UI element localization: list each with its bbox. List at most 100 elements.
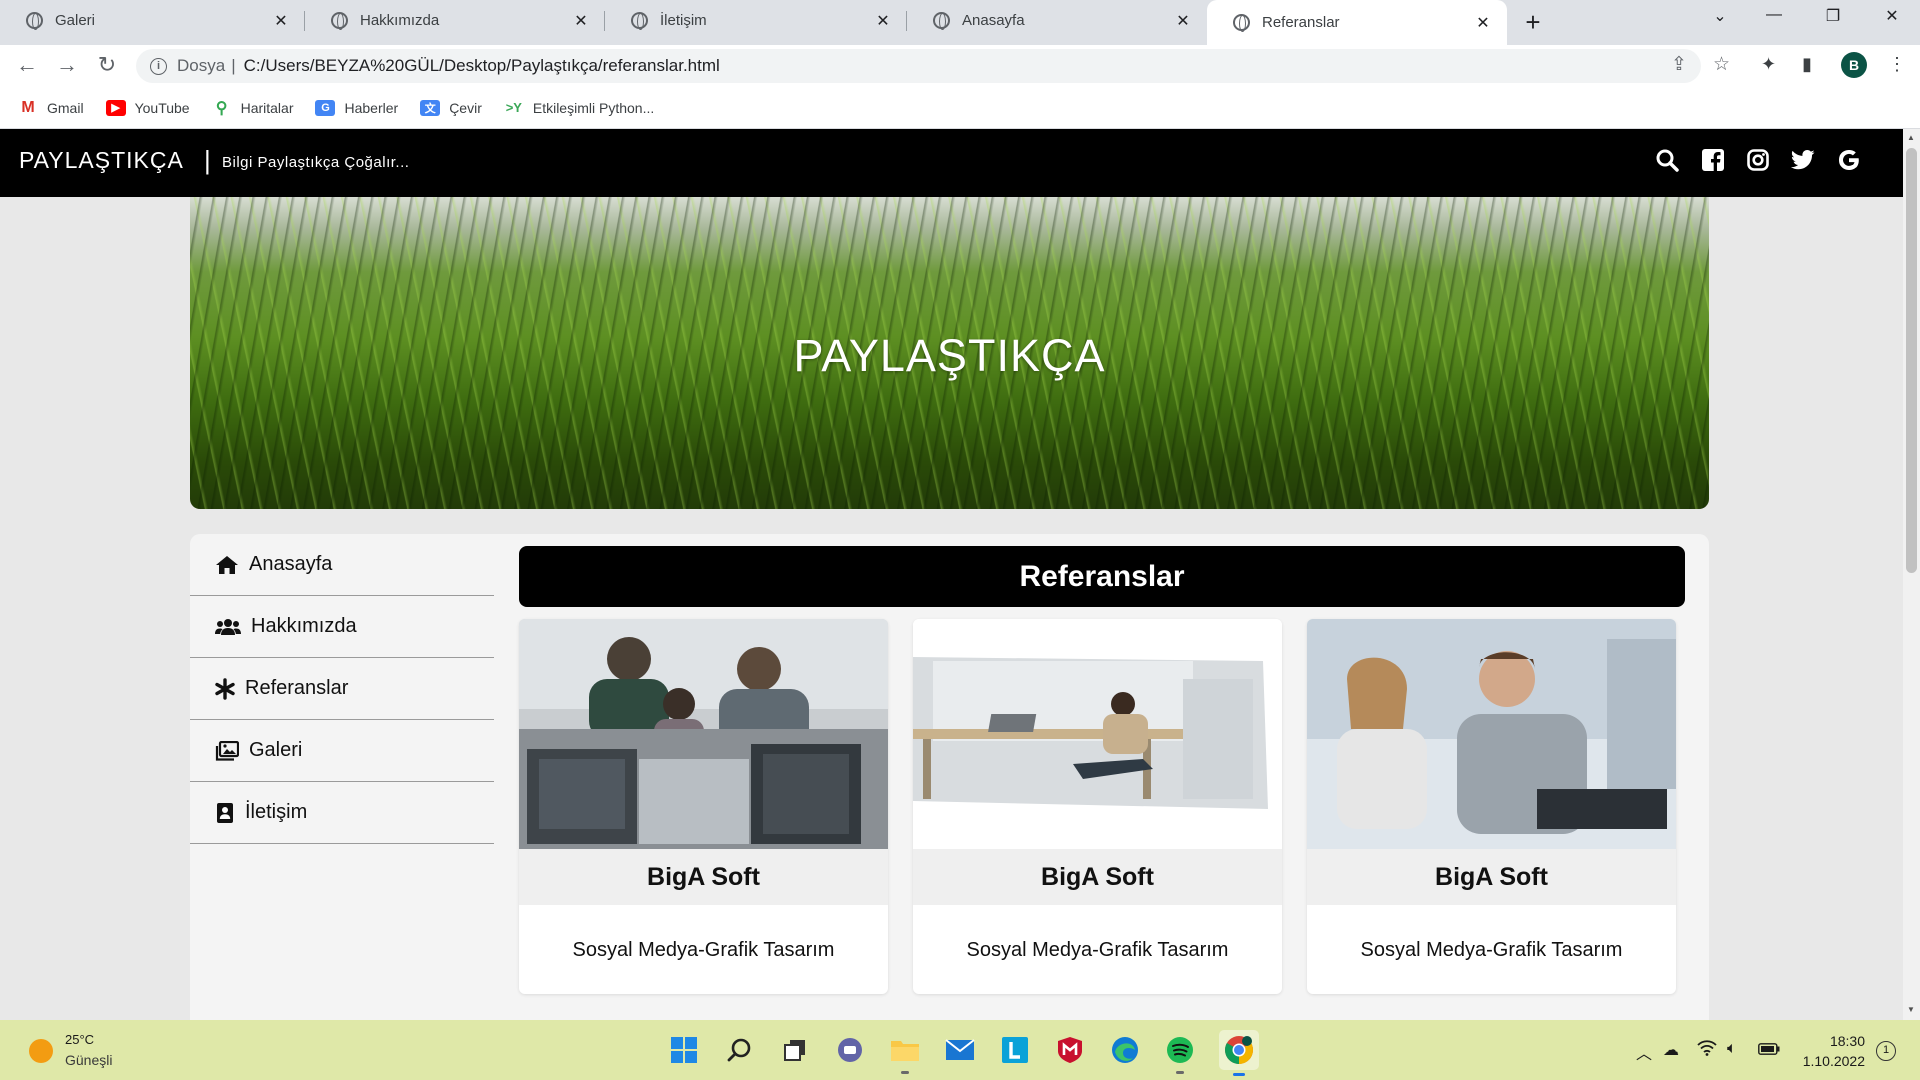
minimize-button[interactable]: —: [1759, 6, 1789, 24]
menu-icon[interactable]: ⋮: [1888, 54, 1906, 75]
bookmark-haritalar[interactable]: ⚲ Haritalar: [211, 99, 293, 117]
bookmark-label: YouTube: [134, 99, 190, 116]
lightshot-icon[interactable]: [999, 1034, 1031, 1066]
task-view-icon[interactable]: [779, 1034, 811, 1066]
menu-item-iletisim[interactable]: İletişim: [190, 782, 494, 844]
close-icon[interactable]: ✕: [271, 11, 291, 31]
close-icon[interactable]: ✕: [1173, 11, 1193, 31]
menu-item-hakkimizda[interactable]: Hakkımızda: [190, 596, 494, 658]
side-panel-icon[interactable]: ▮: [1802, 54, 1812, 75]
page-viewport: PAYLAŞTIKÇA | Bilgi Paylaştıkça Çoğalır.…: [0, 129, 1903, 1020]
reference-card[interactable]: BigA Soft Sosyal Medya-Grafik Tasarım: [1307, 619, 1676, 994]
menu-item-label: Galeri: [249, 739, 303, 761]
card-description: Sosyal Medya-Grafik Tasarım: [572, 939, 835, 961]
bookmark-python[interactable]: >Y Etkileşimli Python...: [503, 99, 655, 116]
forward-button[interactable]: →: [53, 52, 81, 78]
bookmark-youtube[interactable]: ▶ YouTube: [105, 99, 190, 116]
menu-item-referanslar[interactable]: Referanslar: [190, 658, 494, 720]
new-tab-button[interactable]: +: [1520, 7, 1546, 38]
youtube-icon: ▶: [105, 99, 126, 116]
tray-overflow-icon[interactable]: ︿: [1636, 1040, 1652, 1064]
bookmark-cevir[interactable]: 文 Çevir: [420, 99, 482, 116]
maps-icon: ⚲: [211, 99, 232, 117]
bookmark-star-icon[interactable]: ☆: [1713, 53, 1730, 76]
teams-chat-icon[interactable]: [834, 1034, 866, 1066]
globe-icon: [933, 12, 950, 30]
url-text: C:/Users/BEYZA%20GÜL/Desktop/Paylaştıkça…: [243, 56, 720, 75]
restore-button[interactable]: ❐: [1818, 6, 1848, 26]
card-title: BigA Soft: [519, 849, 888, 905]
mail-icon[interactable]: [944, 1034, 976, 1066]
info-icon[interactable]: i: [150, 57, 167, 75]
site-header: PAYLAŞTIKÇA | Bilgi Paylaştıkça Çoğalır.…: [0, 129, 1903, 197]
reference-card[interactable]: BigA Soft Sosyal Medya-Grafik Tasarım: [913, 619, 1282, 994]
extensions-icon[interactable]: ✦: [1761, 54, 1776, 75]
page-scrollbar[interactable]: ▲ ▼: [1903, 129, 1920, 1020]
browser-tab-bar: Galeri ✕ Hakkımızda ✕ İletişim ✕ Anasayf…: [0, 0, 1920, 45]
search-icon[interactable]: [724, 1034, 756, 1066]
window-close-button[interactable]: ✕: [1877, 6, 1907, 26]
users-icon: [215, 615, 241, 639]
file-explorer-icon[interactable]: [889, 1034, 921, 1074]
news-icon: G: [315, 99, 336, 116]
battery-icon[interactable]: [1758, 1042, 1780, 1060]
tab-galeri[interactable]: Galeri ✕: [0, 0, 305, 41]
close-icon[interactable]: ✕: [873, 11, 893, 31]
menu-item-anasayfa[interactable]: Anasayfa: [190, 534, 494, 596]
tab-anasayfa[interactable]: Anasayfa ✕: [907, 0, 1207, 41]
notification-badge[interactable]: 1: [1876, 1041, 1896, 1061]
volume-icon[interactable]: 🔈︎: [1727, 1040, 1737, 1058]
weather-condition[interactable]: Güneşli: [65, 1052, 112, 1068]
tab-label: Galeri: [55, 12, 96, 29]
close-icon[interactable]: ✕: [1473, 13, 1493, 33]
clock-time: 18:30: [1829, 1033, 1865, 1049]
google-icon[interactable]: [1836, 147, 1862, 173]
sun-icon[interactable]: [29, 1039, 53, 1063]
facebook-icon[interactable]: [1700, 147, 1726, 173]
bookmark-label: Etkileşimli Python...: [532, 99, 655, 116]
profile-avatar[interactable]: B: [1841, 52, 1867, 78]
weather-temperature[interactable]: 25°C: [65, 1032, 94, 1047]
twitter-icon[interactable]: [1790, 147, 1816, 173]
running-indicator: [1176, 1071, 1184, 1074]
reload-button[interactable]: ↻: [93, 52, 121, 78]
taskbar-clock[interactable]: 18:30 1.10.2022: [1795, 1031, 1865, 1071]
onedrive-icon[interactable]: ☁: [1663, 1040, 1679, 1060]
reference-card[interactable]: BigA Soft Sosyal Medya-Grafik Tasarım: [519, 619, 888, 994]
scrollbar-thumb[interactable]: [1906, 148, 1917, 573]
url-input[interactable]: i Dosya | C:/Users/BEYZA%20GÜL/Desktop/P…: [136, 49, 1701, 83]
menu-item-galeri[interactable]: Galeri: [190, 720, 494, 782]
tab-search-icon[interactable]: ⌄: [1705, 6, 1735, 26]
bookmark-gmail[interactable]: M Gmail: [18, 99, 84, 116]
mcafee-icon[interactable]: [1054, 1034, 1086, 1066]
back-button[interactable]: ←: [13, 52, 41, 78]
card-description: Sosyal Medya-Grafik Tasarım: [1360, 939, 1623, 961]
python-icon: >Y: [503, 99, 524, 116]
instagram-icon[interactable]: [1745, 147, 1771, 173]
search-icon[interactable]: [1654, 147, 1680, 173]
chrome-icon[interactable]: [1219, 1030, 1259, 1076]
address-bar: ← → ↻ i Dosya | C:/Users/BEYZA%20GÜL/Des…: [0, 45, 1920, 87]
tab-hakkimizda[interactable]: Hakkımızda ✕: [305, 0, 605, 41]
windows-start-icon[interactable]: [668, 1034, 700, 1066]
scroll-up-icon[interactable]: ▲: [1907, 133, 1915, 142]
brand-separator: |: [204, 145, 211, 175]
share-icon[interactable]: ⇪: [1671, 53, 1687, 76]
card-title: BigA Soft: [1307, 849, 1676, 905]
close-icon[interactable]: ✕: [571, 11, 591, 31]
running-indicator: [1233, 1073, 1245, 1076]
tab-iletisim[interactable]: İletişim ✕: [605, 0, 907, 41]
site-tagline: Bilgi Paylaştıkça Çoğalır...: [222, 154, 410, 171]
scroll-down-icon[interactable]: ▼: [1907, 1005, 1915, 1014]
address-book-icon: [215, 801, 235, 825]
bookmark-label: Çevir: [449, 99, 482, 116]
wifi-icon[interactable]: [1697, 1040, 1717, 1061]
spotify-icon[interactable]: [1164, 1034, 1196, 1074]
globe-icon: [26, 12, 43, 30]
tab-referanslar[interactable]: Referanslar ✕: [1207, 0, 1507, 45]
edge-icon[interactable]: [1109, 1034, 1141, 1066]
menu-item-label: Anasayfa: [249, 553, 333, 575]
bookmark-haberler[interactable]: G Haberler: [315, 99, 398, 116]
site-brand[interactable]: PAYLAŞTIKÇA: [19, 147, 184, 174]
images-icon: [215, 739, 239, 763]
